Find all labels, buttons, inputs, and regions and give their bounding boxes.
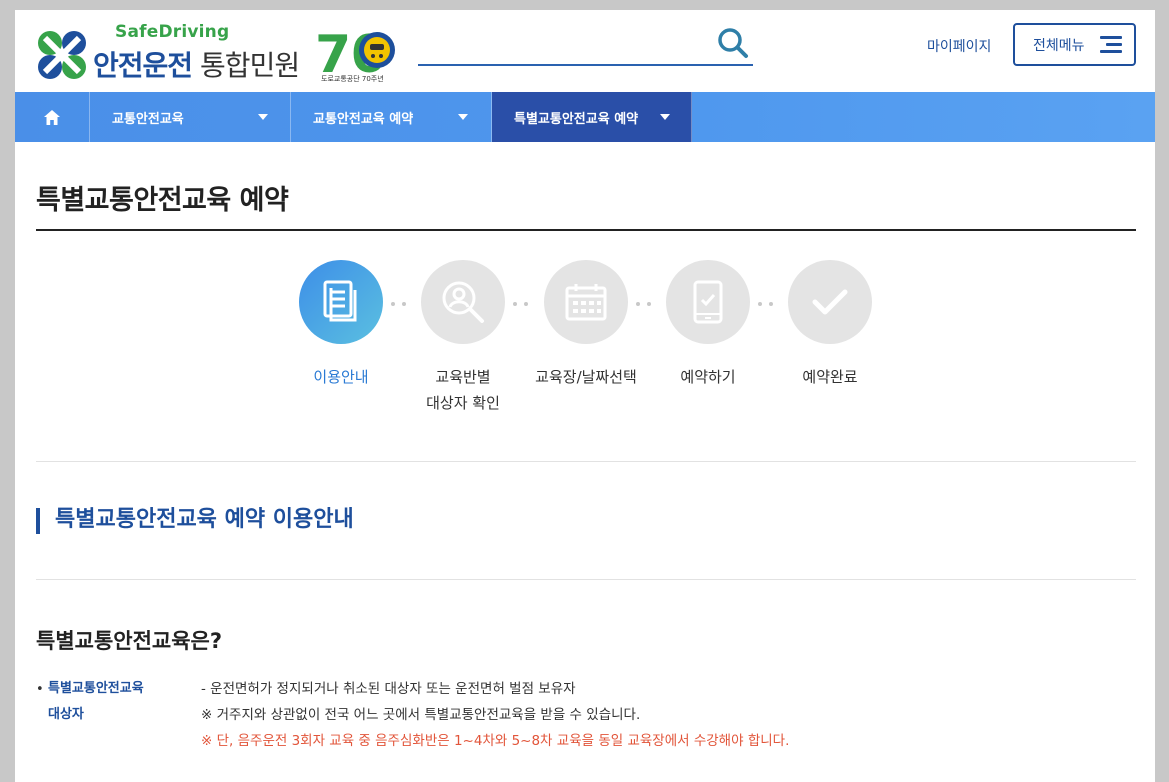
nav-item-label: 특별교통안전교육 예약 (514, 111, 639, 127)
step-circle (788, 260, 872, 344)
step-label: 교육장/날짜선택 (516, 364, 656, 390)
logo-brand-ko: 안전운전 통합민원 (93, 44, 300, 84)
hamburger-icon (1100, 36, 1122, 54)
info-label: 특별교통안전교육 대상자 (48, 676, 178, 728)
info-label-line: 특별교통안전교육 (48, 681, 144, 696)
page-frame: SafeDriving 안전운전통합민원 70 도로교통공단 70주년 마이페 (15, 10, 1155, 782)
step-connector (391, 302, 415, 306)
caret-down-icon (458, 114, 468, 120)
section-divider (36, 461, 1136, 462)
step-label-line: 예약하기 (680, 368, 736, 386)
caret-down-icon (258, 114, 268, 120)
section-heading: 특별교통안전교육 예약 이용안내 (36, 508, 354, 534)
nav-education-reservation[interactable]: 교통안전교육 예약 (291, 92, 492, 142)
sub-heading: 특별교통안전교육은? (36, 629, 223, 653)
step-circle (666, 260, 750, 344)
step-label: 예약완료 (760, 364, 900, 390)
all-menu-button[interactable]: 전체메뉴 (1013, 23, 1136, 66)
logo-brand-ko-light: 통합민원 (200, 49, 300, 82)
logo-brand-en: SafeDriving (115, 22, 230, 42)
step-connector (758, 302, 782, 306)
nav-item-label: 교통안전교육 (112, 111, 184, 127)
checkmark-icon (812, 289, 848, 315)
mobile-check-icon (693, 280, 723, 324)
caret-down-icon (660, 114, 670, 120)
calendar-icon (565, 284, 607, 321)
step-circle (299, 260, 383, 344)
logo-brand-ko-bold: 안전운전 (93, 49, 193, 82)
search-input[interactable] (418, 30, 708, 60)
section-divider (36, 579, 1136, 580)
step-label-line: 교육반별 (435, 368, 491, 386)
person-search-icon (442, 281, 484, 323)
site-logo[interactable]: SafeDriving 안전운전 통합민원 70 도로교통공단 70주년 (35, 20, 400, 86)
search-bar (418, 24, 753, 66)
step-connector (636, 302, 660, 306)
info-label-line: 대상자 (48, 707, 84, 722)
site-header: SafeDriving 안전운전통합민원 70 도로교통공단 70주년 마이페 (15, 10, 1155, 92)
nav-special-education-reservation[interactable]: 특별교통안전교육 예약 (492, 92, 692, 142)
warning-line: ※ 단, 음주운전 3회자 교육 중 음주심화반은 1~4차와 5~8차 교육을… (201, 733, 790, 749)
document-icon (323, 280, 357, 322)
step-label: 이용안내 (271, 364, 411, 390)
search-button[interactable] (715, 26, 751, 62)
step-label: 예약하기 (638, 364, 778, 390)
all-menu-label: 전체메뉴 (1033, 37, 1085, 54)
step-label: 교육반별대상자 확인 (393, 364, 533, 416)
step-circle (544, 260, 628, 344)
step-label-line: 대상자 확인 (426, 394, 500, 412)
step-label-line: 예약완료 (802, 368, 858, 386)
anniversary-subtitle: 도로교통공단 70주년 (321, 75, 384, 83)
nav-traffic-safety-education[interactable]: 교통안전교육 (90, 92, 291, 142)
nav-home-button[interactable] (15, 92, 90, 142)
step-label-line: 이용안내 (313, 368, 369, 386)
main-navbar: 교통안전교육 교통안전교육 예약 특별교통안전교육 예약 (15, 92, 1155, 142)
info-line: ※ 거주지와 상관없이 전국 어느 곳에서 특별교통안전교육을 받을 수 있습니… (201, 707, 641, 723)
info-description: - 운전면허가 정지되거나 취소된 대상자 또는 운전면허 벌점 보유자 ※ 거… (201, 676, 789, 754)
step-connector (513, 302, 537, 306)
info-line: - 운전면허가 정지되거나 취소된 대상자 또는 운전면허 벌점 보유자 (201, 681, 576, 697)
step-label-line: 교육장/날짜선택 (535, 368, 637, 386)
search-icon (718, 27, 748, 58)
clover-logo-icon (38, 31, 86, 79)
mypage-link[interactable]: 마이페이지 (927, 36, 991, 56)
reservation-steps: 이용안내 교육반별 대상자 확인 교육장/날짜선택 예약하기 예약완료 (15, 260, 1155, 420)
page-title: 특별교통안전교육 예약 (36, 185, 289, 216)
home-icon (44, 109, 60, 125)
bullet-mark: • (36, 682, 44, 697)
title-divider (36, 229, 1136, 231)
nav-item-label: 교통안전교육 예약 (313, 111, 414, 127)
step-circle (421, 260, 505, 344)
